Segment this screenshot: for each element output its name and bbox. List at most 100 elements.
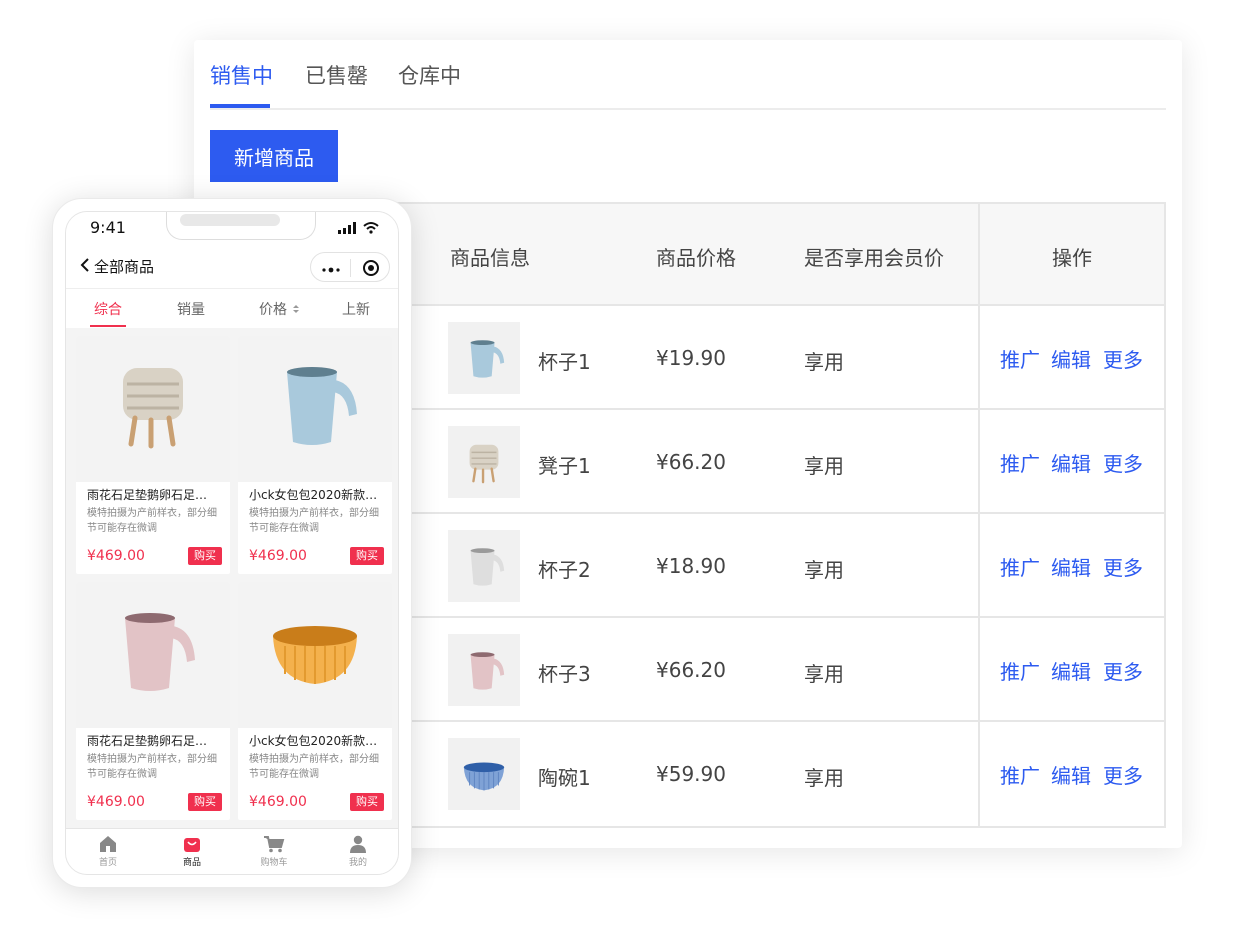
product-card-price: ¥469.00: [87, 794, 145, 810]
product-image: [460, 438, 508, 490]
sort-tab-price[interactable]: 价格: [259, 299, 300, 319]
column-header-member-price: 是否享用会员价: [804, 246, 944, 270]
capsule-divider: [350, 259, 351, 277]
cart-icon: [264, 836, 285, 853]
sort-tab-sales[interactable]: 销量: [177, 299, 205, 319]
product-name: 杯子3: [538, 662, 591, 686]
sort-arrows-icon: [293, 305, 300, 313]
member-price-status: 享用: [804, 558, 844, 582]
product-card-name: 小ck女包包2020新款…: [249, 488, 378, 502]
product-thumbnail: [448, 530, 520, 602]
tabbar-home[interactable]: 首页: [78, 835, 138, 868]
sort-tab-overall[interactable]: 综合: [94, 299, 122, 319]
product-image: [103, 600, 203, 704]
promote-link[interactable]: 推广: [1000, 552, 1040, 581]
product-thumbnail: [448, 322, 520, 394]
product-card-desc: 模特拍摄为产前样衣，部分细节可能存在微调: [87, 754, 217, 780]
product-card-name: 雨花石足垫鹅卵石足…: [87, 488, 208, 502]
edit-link[interactable]: 编辑: [1051, 656, 1091, 685]
member-price-status: 享用: [804, 454, 844, 478]
product-price: ¥18.90: [656, 554, 726, 578]
add-product-button[interactable]: 新增商品: [210, 130, 338, 182]
promote-link[interactable]: 推广: [1000, 344, 1040, 373]
product-name: 杯子1: [538, 350, 591, 374]
sort-tab-new[interactable]: 上新: [342, 299, 370, 319]
product-image: [460, 750, 508, 802]
close-target-icon[interactable]: [362, 259, 380, 281]
product-thumbnail: [448, 426, 520, 498]
mini-program-navbar: 全部商品: [66, 244, 398, 288]
column-header-price: 商品价格: [656, 246, 736, 270]
buy-button[interactable]: 购买: [350, 793, 384, 811]
product-card-image: [76, 582, 230, 728]
product-card[interactable]: 小ck女包包2020新款… 模特拍摄为产前样衣，部分细节可能存在微调 ¥469.00…: [238, 336, 392, 574]
more-link[interactable]: 更多: [1103, 656, 1143, 685]
more-link[interactable]: 更多: [1103, 448, 1143, 477]
product-price: ¥59.90: [656, 762, 726, 786]
edit-link[interactable]: 编辑: [1051, 552, 1091, 581]
product-card-image: [76, 336, 230, 482]
column-header-actions: 操作: [1052, 246, 1092, 270]
tab-sold-out[interactable]: 已售罄: [305, 60, 368, 90]
sort-tabs: 综合 销量 价格 上新: [66, 288, 398, 328]
product-card-name: 雨花石足垫鹅卵石足…: [87, 734, 208, 748]
mini-program-capsule: [310, 252, 390, 282]
product-card-price: ¥469.00: [87, 548, 145, 564]
more-link[interactable]: 更多: [1103, 760, 1143, 789]
buy-button[interactable]: 购买: [188, 793, 222, 811]
product-name: 凳子1: [538, 454, 591, 478]
more-dots-icon[interactable]: [321, 261, 341, 280]
user-icon: [350, 835, 366, 853]
phone-screen: 9:41 全部商品 综合 销量 价格 上新 雨花石足垫鹅卵石足… 模特拍摄为产前…: [65, 211, 399, 875]
active-tab-indicator: [210, 104, 270, 108]
bottom-tabbar: 首页 商品 购物车 我的: [66, 828, 398, 874]
product-thumbnail: [448, 634, 520, 706]
back-arrow-icon[interactable]: [80, 257, 90, 277]
tabbar-mine[interactable]: 我的: [328, 835, 388, 868]
product-card-image: [238, 336, 392, 482]
more-link[interactable]: 更多: [1103, 552, 1143, 581]
home-icon: [100, 836, 116, 852]
product-image: [265, 600, 365, 704]
edit-link[interactable]: 编辑: [1051, 344, 1091, 373]
tabbar-cart[interactable]: 购物车: [244, 835, 304, 868]
promote-link[interactable]: 推广: [1000, 656, 1040, 685]
product-card-image: [238, 582, 392, 728]
product-card[interactable]: 雨花石足垫鹅卵石足… 模特拍摄为产前样衣，部分细节可能存在微调 ¥469.00 购买: [76, 336, 230, 574]
product-name: 杯子2: [538, 558, 591, 582]
product-card-price: ¥469.00: [249, 794, 307, 810]
promote-link[interactable]: 推广: [1000, 760, 1040, 789]
product-image: [460, 334, 508, 386]
buy-button[interactable]: 购买: [188, 547, 222, 565]
status-bar: 9:41: [66, 212, 398, 244]
edit-link[interactable]: 编辑: [1051, 448, 1091, 477]
phone-mockup: 9:41 全部商品 综合 销量 价格 上新 雨花石足垫鹅卵石足… 模特拍摄为产前…: [52, 198, 412, 888]
more-link[interactable]: 更多: [1103, 344, 1143, 373]
product-image: [103, 354, 203, 458]
product-image: [460, 646, 508, 698]
tabbar-cart-label: 购物车: [260, 858, 288, 868]
product-card[interactable]: 雨花石足垫鹅卵石足… 模特拍摄为产前样衣，部分细节可能存在微调 ¥469.00 购买: [76, 582, 230, 820]
product-card-price: ¥469.00: [249, 548, 307, 564]
signal-wifi-icons: [338, 220, 382, 239]
tab-on-sale[interactable]: 销售中: [210, 60, 273, 90]
member-price-status: 享用: [804, 350, 844, 374]
member-price-status: 享用: [804, 662, 844, 686]
tabbar-products[interactable]: 商品: [162, 835, 222, 868]
product-card-desc: 模特拍摄为产前样衣，部分细节可能存在微调: [249, 754, 379, 780]
product-price: ¥19.90: [656, 346, 726, 370]
tabbar-mine-label: 我的: [348, 858, 367, 868]
promote-link[interactable]: 推广: [1000, 448, 1040, 477]
product-image: [265, 354, 365, 458]
notch-speaker: [180, 214, 280, 226]
status-time: 9:41: [90, 218, 126, 237]
status-tabs: 销售中 已售罄 仓库中: [210, 40, 1166, 110]
buy-button[interactable]: 购买: [350, 547, 384, 565]
product-card-name: 小ck女包包2020新款…: [249, 734, 378, 748]
product-card[interactable]: 小ck女包包2020新款… 模特拍摄为产前样衣，部分细节可能存在微调 ¥469.00…: [238, 582, 392, 820]
page-title: 全部商品: [94, 258, 155, 276]
column-header-info: 商品信息: [450, 246, 530, 270]
edit-link[interactable]: 编辑: [1051, 760, 1091, 789]
tab-in-warehouse[interactable]: 仓库中: [398, 60, 461, 90]
sort-tab-price-label: 价格: [259, 302, 287, 318]
